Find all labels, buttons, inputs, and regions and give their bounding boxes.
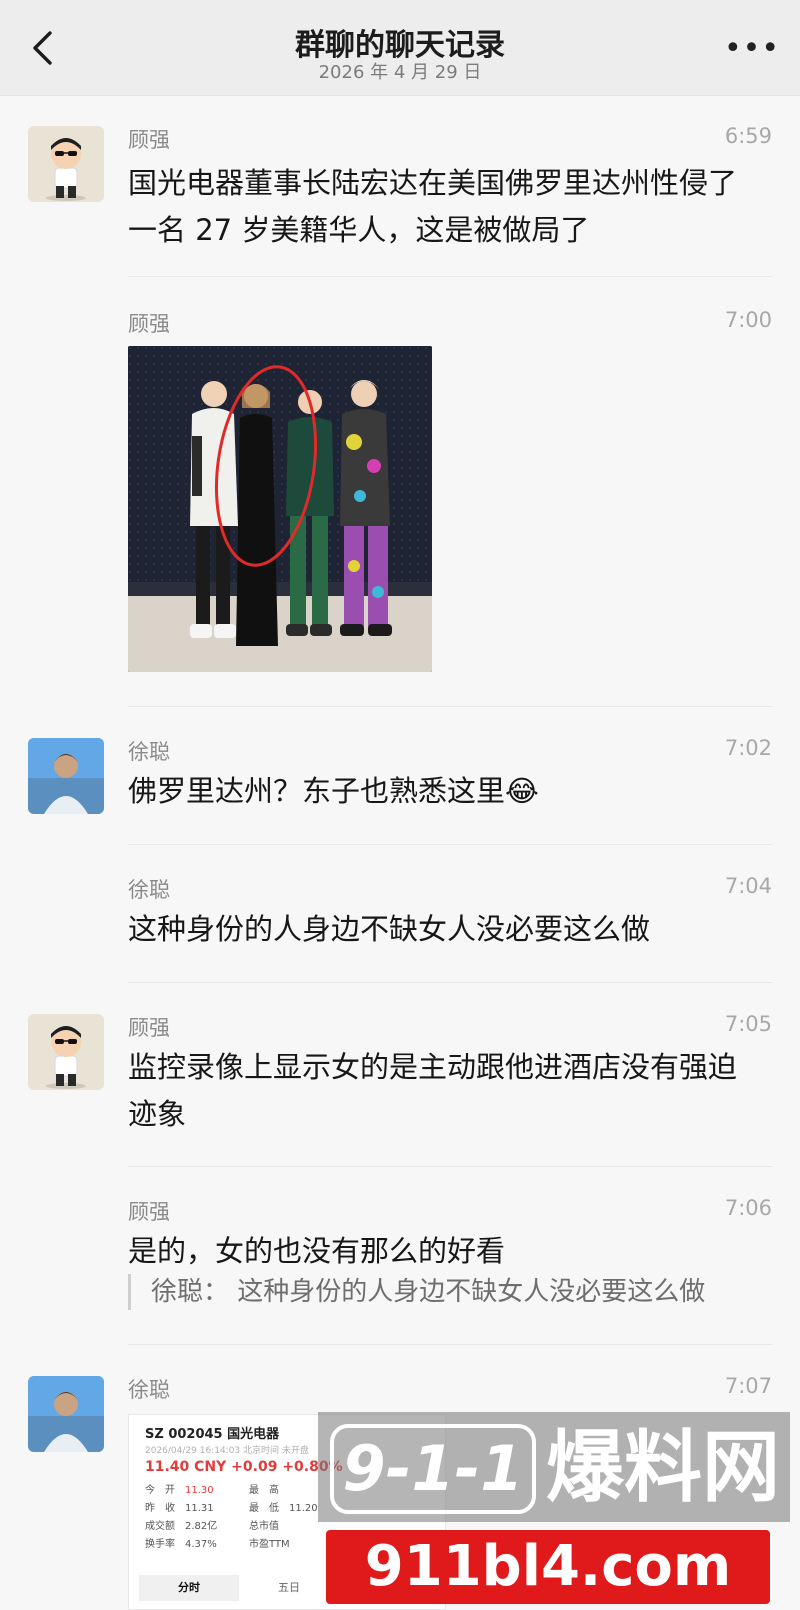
avatar[interactable] [28,126,104,202]
cartoon-avatar-icon [28,126,104,202]
message-time: 7:04 [724,874,772,898]
divider [128,706,772,707]
watermark-url: 911bl4.com [326,1530,770,1604]
watermark-badge: 9-1-1 [330,1424,536,1514]
message-time: 7:05 [724,1012,772,1036]
stock-timestamp: 2026/04/29 16:14:03 北京时间 未开盘 [145,1446,309,1456]
sender-name: 顾强 [128,1200,170,1224]
person-avatar-icon [28,1376,104,1452]
divider [128,844,772,845]
watermark-banner: 9-1-1 爆料网 [318,1412,790,1522]
watermark-name: 爆料网 [546,1423,781,1513]
stock-price: 11.40 CNY +0.09 +0.80% [145,1459,343,1475]
sender-name: 顾强 [128,128,170,152]
sender-name: 徐聪 [128,740,170,764]
watermark: 9-1-1 爆料网 911bl4.com [318,1412,790,1610]
chat-header: 群聊的聊天记录 2026 年 4 月 29 日 ••• [0,0,800,96]
divider [128,276,772,277]
avatar[interactable] [28,738,104,814]
group-photo-image [128,346,432,672]
chat-date: 2026 年 4 月 29 日 [318,62,482,83]
person-avatar-icon [28,738,104,814]
ellipsis-icon: ••• [723,30,781,66]
sender-name: 顾强 [128,1016,170,1040]
stock-title: SZ 002045 国光电器 [145,1427,280,1442]
divider [128,982,772,983]
message-time: 6:59 [724,124,772,148]
message-time: 7:07 [724,1374,772,1398]
cartoon-avatar-icon [28,1014,104,1090]
message-photo[interactable] [128,346,432,672]
quoted-message[interactable]: 徐聪： 这种身份的人身边不缺女人没必要这么做 [128,1274,705,1310]
avatar[interactable] [28,1376,104,1452]
sender-name: 徐聪 [128,1378,170,1402]
avatar[interactable] [28,1014,104,1090]
message-text: 这种身份的人身边不缺女人没必要这么做 [128,912,651,946]
message-text: 是的，女的也没有那么的好看 [128,1234,506,1268]
message-text: 国光电器董事长陆宏达在美国佛罗里达州性侵了一名 27 岁美籍华人，这是被做局了 [128,166,738,247]
message-text: 监控录像上显示女的是主动跟他进酒店没有强迫迹象 [128,1050,738,1131]
more-button[interactable]: ••• [724,30,779,66]
sender-name: 徐聪 [128,878,170,902]
sender-name: 顾强 [128,312,170,336]
divider [128,1166,772,1167]
tab-intraday[interactable]: 分时 [139,1575,239,1601]
message-text: 佛罗里达州？东子也熟悉这里😂 [128,774,539,808]
divider [128,1344,772,1345]
message-time: 7:00 [724,308,772,332]
message-time: 7:02 [724,736,772,760]
message-time: 7:06 [724,1196,772,1220]
